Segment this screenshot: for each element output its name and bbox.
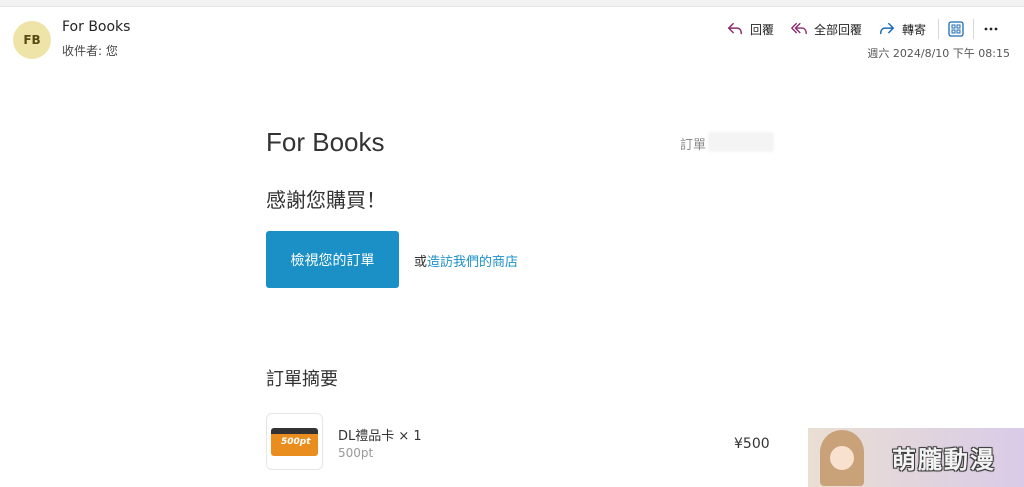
order-label: 訂單: [680, 138, 707, 153]
message-timestamp: 週六 2024/8/10 下午 08:15: [867, 47, 1010, 60]
reply-all-label: 全部回覆: [813, 22, 862, 37]
watermark-text: 萌朧動漫: [892, 446, 996, 474]
visit-store-link[interactable]: 造訪我們的商店: [427, 255, 518, 270]
reply-all-button[interactable]: 全部回覆: [782, 18, 870, 40]
item-variant: 500pt: [338, 446, 374, 460]
gift-card-image: 500pt: [271, 428, 318, 456]
forward-label: 轉寄: [901, 22, 926, 37]
action-separator-2: [973, 19, 974, 39]
grid-apps-icon: [948, 21, 964, 37]
top-border: [0, 0, 1024, 7]
thanks-heading: 感謝您購買！: [266, 188, 386, 212]
apps-button[interactable]: [943, 17, 969, 41]
view-order-button[interactable]: 檢視您的訂單: [266, 231, 399, 288]
order-summary-title: 訂單摘要: [266, 369, 338, 390]
sender-avatar: FB: [13, 21, 51, 59]
forward-button[interactable]: 轉寄: [870, 18, 934, 40]
forward-icon: [879, 22, 895, 35]
more-actions-button[interactable]: [978, 17, 1004, 41]
or-label: 或: [414, 255, 428, 270]
store-brand: For Books: [266, 127, 385, 157]
action-separator: [938, 19, 939, 39]
sender-name[interactable]: For Books: [62, 19, 130, 35]
product-thumbnail: 500pt: [266, 413, 323, 470]
watermark-logo: 萌朧動漫: [808, 428, 1024, 487]
watermark-face: [830, 446, 854, 470]
item-price: ¥500: [734, 436, 770, 452]
or-store-line: 或造訪我們的商店: [414, 251, 518, 270]
reply-label: 回覆: [749, 22, 774, 37]
reply-all-icon: [791, 22, 807, 35]
item-name: DL禮品卡 × 1: [338, 429, 422, 444]
recipient-line: 收件者: 您: [62, 44, 118, 58]
reply-icon: [727, 22, 742, 35]
order-number-redacted: [708, 132, 774, 152]
more-icon: [984, 27, 998, 31]
message-actions: 回覆 全部回覆 轉寄: [718, 17, 1004, 41]
reply-button[interactable]: 回覆: [718, 18, 782, 40]
card-value-text: 500pt: [281, 437, 311, 447]
card-strip: [271, 428, 318, 434]
